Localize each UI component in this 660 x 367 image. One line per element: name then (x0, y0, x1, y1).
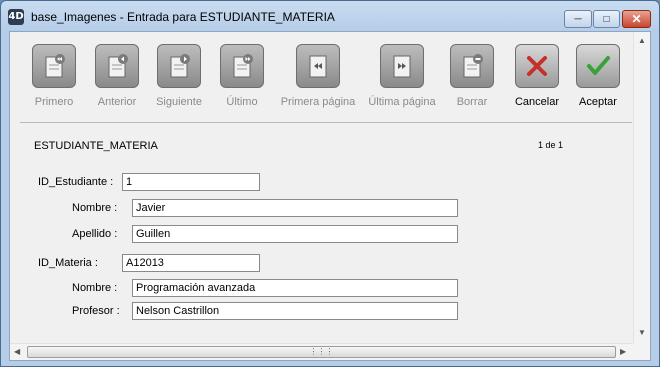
last-page-label: Última página (368, 96, 436, 108)
maximize-icon: □ (603, 13, 610, 25)
profesor-field[interactable] (132, 302, 458, 320)
accept-button[interactable]: Aceptar (558, 44, 638, 108)
id-estudiante-field[interactable] (122, 173, 260, 191)
last-page-icon (393, 55, 411, 78)
profesor-label: Profesor : (72, 305, 120, 317)
toolbar-divider (20, 122, 632, 123)
first-page-icon (309, 55, 327, 78)
scroll-up-icon[interactable]: ▲ (638, 36, 646, 45)
nombre-materia-label: Nombre : (72, 282, 118, 294)
horizontal-scroll-thumb[interactable]: ⋮⋮⋮ (27, 346, 616, 358)
resize-grip[interactable] (633, 343, 650, 360)
first-page-label: Primera página (280, 96, 356, 108)
accept-check-icon (587, 56, 610, 75)
window-title: base_Imagenes - Entrada para ESTUDIANTE_… (31, 10, 335, 24)
toolbar: Primero Anterior Siguiente Último Primer… (10, 32, 650, 122)
delete-record-icon (463, 54, 483, 78)
scroll-right-icon[interactable]: ▶ (620, 347, 626, 356)
next-record-icon (170, 54, 190, 78)
first-record-icon (45, 54, 65, 78)
horizontal-scrollbar[interactable]: ◀ ⋮⋮⋮ ▶ (10, 343, 633, 360)
record-count: 1 de 1 (538, 140, 564, 150)
app-logo-icon: 4D (8, 9, 24, 25)
maximize-button[interactable]: □ (593, 10, 620, 28)
table-name: ESTUDIANTE_MATERIA (34, 140, 158, 152)
close-button[interactable]: ✕ (622, 10, 651, 28)
vertical-scrollbar[interactable]: ▲ ▼ (633, 32, 650, 343)
title-bar[interactable]: 4D base_Imagenes - Entrada para ESTUDIAN… (1, 1, 659, 31)
nombre-estudiante-label: Nombre : (72, 202, 118, 214)
id-materia-field[interactable] (122, 254, 260, 272)
app-window: 4D base_Imagenes - Entrada para ESTUDIAN… (0, 0, 660, 367)
last-record-button[interactable]: Último (202, 44, 282, 108)
scroll-down-icon[interactable]: ▼ (638, 328, 646, 337)
last-record-icon (233, 54, 253, 78)
last-record-label: Último (226, 96, 258, 108)
nombre-materia-field[interactable] (132, 279, 458, 297)
accept-label: Aceptar (579, 96, 617, 108)
apellido-field[interactable] (132, 225, 458, 243)
scroll-left-icon[interactable]: ◀ (14, 347, 20, 356)
apellido-label: Apellido : (72, 228, 118, 240)
minimize-icon: ─ (574, 13, 582, 25)
minimize-button[interactable]: ─ (564, 10, 592, 28)
nombre-estudiante-field[interactable] (132, 199, 458, 217)
form-area: Primero Anterior Siguiente Último Primer… (9, 31, 651, 361)
id-materia-label: ID_Materia : (38, 257, 98, 269)
close-icon: ✕ (631, 12, 642, 26)
previous-record-icon (108, 54, 128, 78)
last-page-button[interactable]: Última página (362, 44, 442, 108)
first-page-button[interactable]: Primera página (278, 44, 358, 108)
cancel-x-icon (527, 56, 547, 76)
id-estudiante-label: ID_Estudiante : (38, 176, 114, 188)
grip-icon: ⋮⋮⋮ (309, 347, 334, 356)
